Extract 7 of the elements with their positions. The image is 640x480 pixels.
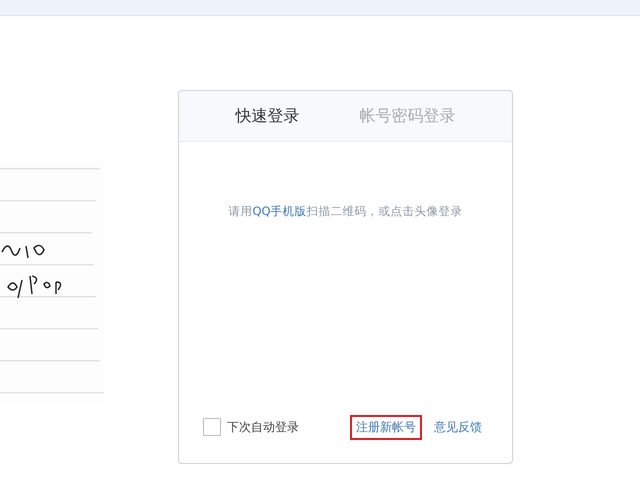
checkbox[interactable] (203, 418, 221, 436)
scan-instruction: 请用QQ手机版扫描二维码，或点击头像登录 (228, 204, 463, 220)
footer-link[interactable]: 意见反馈 (428, 414, 488, 440)
mobile-qq-link[interactable]: QQ手机版 (252, 204, 307, 218)
auto-login-label: 下次自动登录 (227, 418, 299, 436)
login-tab[interactable]: 快速登录 (236, 106, 300, 126)
footer-link[interactable]: 注册新帐号 (350, 414, 422, 440)
